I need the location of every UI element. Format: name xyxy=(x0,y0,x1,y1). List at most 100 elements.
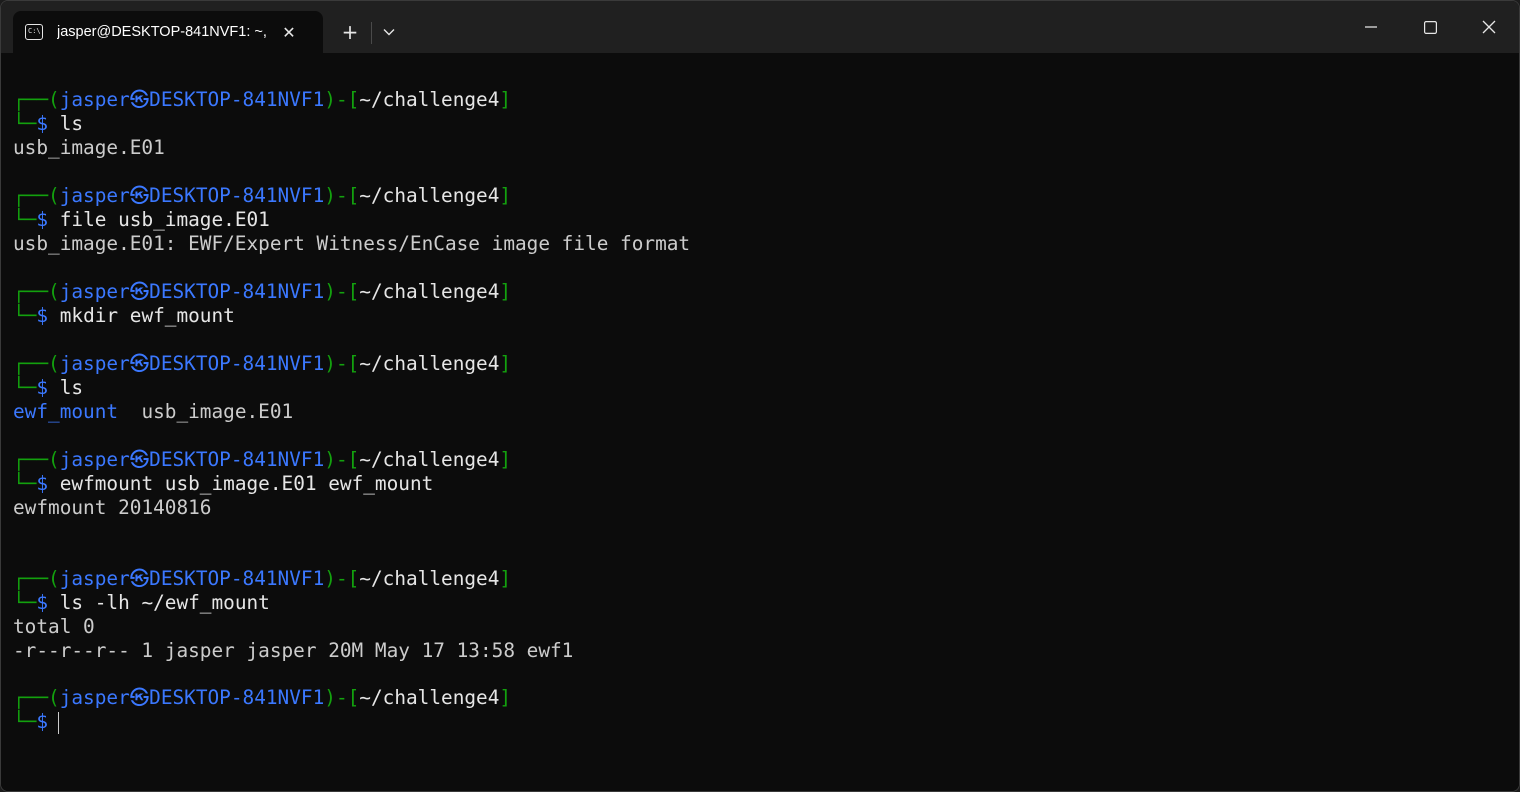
minimize-button[interactable] xyxy=(1348,7,1394,47)
prompt-host: DESKTOP-841NVF1 xyxy=(149,88,325,111)
prompt-corner: └─ xyxy=(13,304,37,327)
maximize-icon xyxy=(1423,20,1437,34)
command-line: └─$ file usb_image.E01 xyxy=(13,208,270,232)
output-line: total 0 xyxy=(13,615,95,638)
kali-icon: ㉿ xyxy=(129,184,150,207)
prompt-user: jasper xyxy=(59,88,130,111)
prompt-line: ┌──(jasper㉿DESKTOP-841NVF1)-[~/challenge… xyxy=(13,352,511,376)
prompt-corner: └─ xyxy=(13,591,37,614)
output-line: ewf_mount usb_image.E01 xyxy=(13,400,293,424)
prompt-corner: └─ xyxy=(13,112,37,135)
close-icon: ✕ xyxy=(282,22,296,42)
prompt-bracket: ] xyxy=(499,686,512,709)
prompt-user: jasper xyxy=(59,280,130,303)
command-line: └─$ mkdir ewf_mount xyxy=(13,304,235,328)
prompt-bracket: ] xyxy=(499,567,512,590)
command-text: ewfmount usb_image.E01 ewf_mount xyxy=(48,472,434,495)
prompt-bracket: ┌──( xyxy=(13,280,60,303)
command-text: mkdir ewf_mount xyxy=(48,304,235,327)
prompt-bracket: )-[ xyxy=(324,448,360,471)
prompt-host: DESKTOP-841NVF1 xyxy=(149,184,325,207)
prompt-bracket: ┌──( xyxy=(13,88,60,111)
prompt-dir: ~/challenge4 xyxy=(359,280,500,303)
tab-title: jasper@DESKTOP-841NVF1: ~, xyxy=(57,24,267,40)
output-spacer xyxy=(118,400,141,423)
minimize-icon xyxy=(1365,26,1377,28)
prompt-bracket: ] xyxy=(499,448,512,471)
kali-icon: ㉿ xyxy=(129,448,150,471)
prompt-bracket: ] xyxy=(499,280,512,303)
prompt-symbol: $ xyxy=(36,112,49,135)
prompt-user: jasper xyxy=(59,686,130,709)
prompt-bracket: )-[ xyxy=(324,686,360,709)
prompt-host: DESKTOP-841NVF1 xyxy=(149,448,325,471)
prompt-bracket: )-[ xyxy=(324,88,360,111)
prompt-bracket: )-[ xyxy=(324,352,360,375)
prompt-symbol: $ xyxy=(36,208,49,231)
output-file: usb_image.E01 xyxy=(141,400,294,423)
kali-icon: ㉿ xyxy=(129,88,150,111)
prompt-user: jasper xyxy=(59,352,130,375)
prompt-dir: ~/challenge4 xyxy=(359,686,500,709)
kali-icon: ㉿ xyxy=(129,567,150,590)
prompt-host: DESKTOP-841NVF1 xyxy=(149,686,325,709)
tab-divider xyxy=(371,22,372,44)
output-line: usb_image.E01: EWF/Expert Witness/EnCase… xyxy=(13,232,691,255)
command-line: └─$ ls xyxy=(13,112,83,136)
maximize-button[interactable] xyxy=(1407,7,1453,47)
command-text: ls -lh ~/ewf_mount xyxy=(48,591,270,614)
prompt-host: DESKTOP-841NVF1 xyxy=(149,567,325,590)
prompt-bracket: ] xyxy=(499,88,512,111)
terminal-window: C:\ jasper@DESKTOP-841NVF1: ~, ✕ + ┌──(j… xyxy=(0,0,1520,792)
prompt-bracket: ] xyxy=(499,352,512,375)
command-line: └─$ xyxy=(13,710,60,734)
prompt-host: DESKTOP-841NVF1 xyxy=(149,280,325,303)
output-line: usb_image.E01 xyxy=(13,136,165,159)
prompt-dir: ~/challenge4 xyxy=(359,567,500,590)
terminal-output[interactable]: ┌──(jasper㉿DESKTOP-841NVF1)-[~/challenge… xyxy=(1,53,1519,791)
command-line: └─$ ls xyxy=(13,376,83,400)
prompt-corner: └─ xyxy=(13,376,37,399)
terminal-tab[interactable]: C:\ jasper@DESKTOP-841NVF1: ~, ✕ xyxy=(13,11,323,53)
terminal-icon: C:\ xyxy=(25,24,43,40)
prompt-line: ┌──(jasper㉿DESKTOP-841NVF1)-[~/challenge… xyxy=(13,184,511,208)
prompt-line: ┌──(jasper㉿DESKTOP-841NVF1)-[~/challenge… xyxy=(13,686,511,710)
prompt-line: ┌──(jasper㉿DESKTOP-841NVF1)-[~/challenge… xyxy=(13,567,511,591)
prompt-dir: ~/challenge4 xyxy=(359,352,500,375)
prompt-line: ┌──(jasper㉿DESKTOP-841NVF1)-[~/challenge… xyxy=(13,448,511,472)
prompt-host: DESKTOP-841NVF1 xyxy=(149,352,325,375)
close-window-button[interactable] xyxy=(1466,7,1512,47)
output-directory: ewf_mount xyxy=(13,400,119,423)
prompt-bracket: ┌──( xyxy=(13,686,60,709)
command-text: ls xyxy=(48,112,84,135)
command-text: file usb_image.E01 xyxy=(48,208,270,231)
new-tab-button[interactable]: + xyxy=(335,17,365,47)
command-text: ls xyxy=(48,376,84,399)
prompt-dir: ~/challenge4 xyxy=(359,184,500,207)
kali-icon: ㉿ xyxy=(129,280,150,303)
close-tab-button[interactable]: ✕ xyxy=(277,20,301,44)
output-line: -r--r--r-- 1 jasper jasper 20M May 17 13… xyxy=(13,639,574,662)
prompt-user: jasper xyxy=(59,567,130,590)
output-line: ewfmount 20140816 xyxy=(13,496,212,519)
prompt-dir: ~/challenge4 xyxy=(359,88,500,111)
prompt-line: ┌──(jasper㉿DESKTOP-841NVF1)-[~/challenge… xyxy=(13,88,511,112)
prompt-symbol: $ xyxy=(36,472,49,495)
prompt-bracket: ┌──( xyxy=(13,352,60,375)
prompt-symbol: $ xyxy=(36,376,49,399)
prompt-corner: └─ xyxy=(13,208,37,231)
prompt-bracket: )-[ xyxy=(324,280,360,303)
chevron-down-icon xyxy=(383,29,395,36)
command-line: └─$ ls -lh ~/ewf_mount xyxy=(13,591,270,615)
prompt-symbol: $ xyxy=(36,710,49,733)
prompt-symbol: $ xyxy=(36,591,49,614)
prompt-user: jasper xyxy=(59,448,130,471)
prompt-bracket: ┌──( xyxy=(13,448,60,471)
kali-icon: ㉿ xyxy=(129,686,150,709)
prompt-bracket: )-[ xyxy=(324,184,360,207)
prompt-corner: └─ xyxy=(13,710,37,733)
close-icon xyxy=(1482,20,1496,34)
title-bar: C:\ jasper@DESKTOP-841NVF1: ~, ✕ + xyxy=(1,1,1519,53)
tab-dropdown-button[interactable] xyxy=(375,17,403,47)
prompt-bracket: ┌──( xyxy=(13,567,60,590)
